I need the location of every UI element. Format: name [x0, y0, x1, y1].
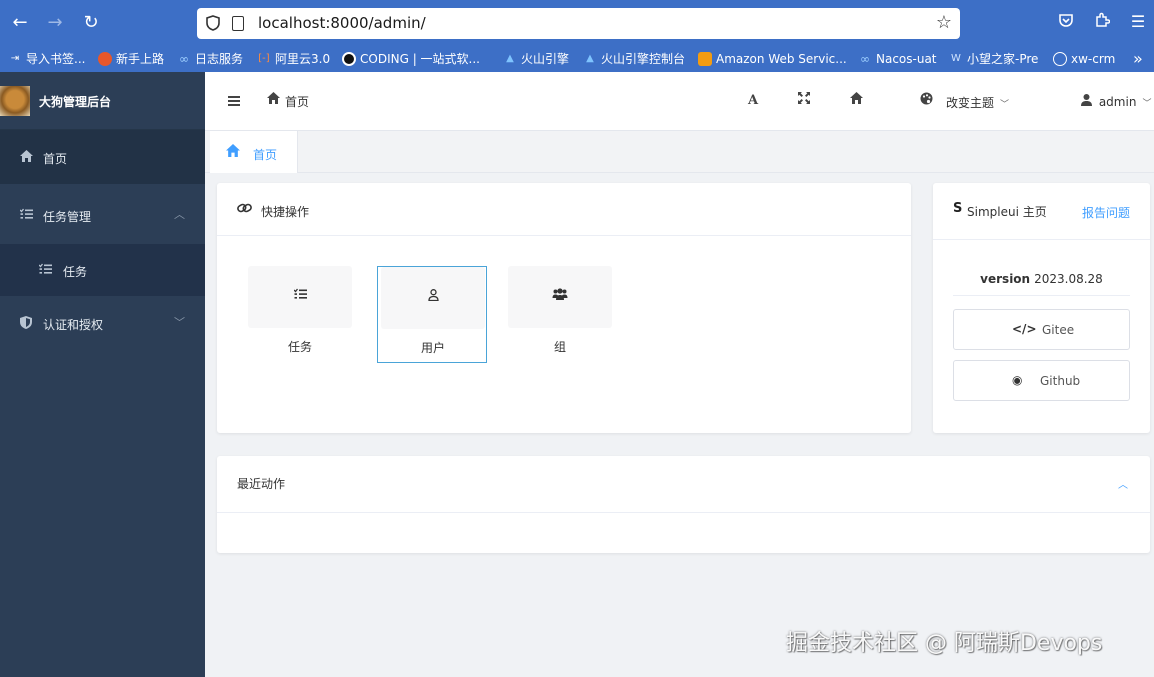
watermark: 掘金技术社区 @ 阿瑞斯Devops	[786, 631, 1103, 656]
sidebar-item-label: 首页	[43, 152, 68, 166]
bookmark-volcano-console[interactable]: ▲ 火山引擎控制台	[583, 50, 685, 68]
quick-item-user[interactable]: 用户	[377, 266, 487, 363]
browser-toolbar: ← → ↻ localhost:8000/admin/ ☆ ☰	[0, 0, 1154, 46]
card-title: 快捷操作	[261, 205, 310, 219]
breadcrumb[interactable]: 首页	[285, 93, 309, 110]
volcano-icon: ▲	[506, 53, 514, 64]
card-title: Simpleui 主页	[967, 205, 1047, 219]
sidebar-subitem-task[interactable]: 任务	[0, 244, 205, 296]
sidebar-item-label: 任务管理	[43, 210, 92, 224]
bookmark-getting-started[interactable]: 新手上路	[98, 50, 164, 68]
shield-icon	[19, 316, 33, 330]
quick-item-group[interactable]: 组	[508, 266, 618, 362]
quick-item-label: 组	[553, 340, 566, 354]
report-issue-link[interactable]: 报告问题	[1082, 204, 1130, 221]
link-icon	[237, 202, 252, 218]
bookmark-xw-home[interactable]: W 小望之家-Pre	[949, 50, 1038, 68]
site-icon: W	[951, 53, 961, 64]
tab-label: 首页	[253, 148, 278, 162]
sidebar-item-auth[interactable]: 认证和授权 ﹀	[0, 296, 205, 350]
sidebar-item-label: 任务	[63, 265, 88, 279]
page-icon	[232, 16, 244, 31]
version-info: version 2023.08.28	[953, 272, 1130, 296]
recent-actions-card: 最近动作 ︿	[217, 456, 1150, 553]
user-icon	[381, 289, 485, 304]
bookmark-nacos[interactable]: ∞ Nacos-uat	[858, 50, 937, 68]
tasks-icon	[248, 288, 352, 303]
page-tabs: 首页	[205, 131, 1154, 173]
home-icon	[226, 144, 240, 161]
font-size-icon[interactable]: A	[745, 92, 761, 110]
chevron-up-icon: ︿	[174, 208, 185, 221]
url-bar[interactable]: localhost:8000/admin/ ☆	[197, 8, 960, 39]
quick-item-label: 用户	[420, 341, 445, 355]
github-icon: ◉	[1012, 373, 1023, 387]
bookmark-import[interactable]: ⇥ 导入书签...	[8, 50, 86, 68]
forward-arrow-icon[interactable]: →	[43, 11, 67, 35]
brand-title: 大狗管理后台	[39, 95, 112, 109]
coding-icon	[342, 52, 356, 66]
aliyun-icon: [-]	[258, 53, 270, 64]
simpleui-logo-icon: S	[953, 201, 963, 216]
tasks-icon	[19, 208, 33, 222]
bookmark-coding[interactable]: CODING | 一站式软...	[342, 50, 480, 68]
menu-icon[interactable]: ☰	[1128, 12, 1148, 32]
palette-icon[interactable]	[918, 92, 934, 110]
tab-home[interactable]: 首页	[210, 131, 298, 173]
dog-logo	[0, 86, 30, 116]
globe-icon	[1053, 52, 1067, 66]
gitee-button[interactable]: </> Gitee	[953, 309, 1130, 350]
extensions-icon[interactable]	[1092, 12, 1112, 32]
sidebar-item-label: 认证和授权	[43, 318, 104, 332]
quick-item-task[interactable]: 任务	[248, 266, 358, 362]
sidebar-item-home[interactable]: 首页	[0, 130, 205, 184]
bookmark-star-icon[interactable]: ☆	[936, 12, 952, 33]
bookmarks-bar: ⇥ 导入书签... 新手上路 ∞ 日志服务 [-] 阿里云3.0 CODING | 一…	[0, 46, 1154, 72]
nacos-icon: ∞	[860, 52, 870, 66]
card-header[interactable]: 最近动作 ︿	[217, 456, 1150, 513]
bookmark-aws[interactable]: Amazon Web Servic...	[698, 50, 847, 68]
chevron-down-icon: ﹀	[174, 316, 185, 329]
change-theme-dropdown[interactable]: 改变主题 ﹀	[946, 94, 1009, 111]
home-icon[interactable]	[848, 92, 864, 110]
chevron-down-icon: ﹀	[1142, 99, 1152, 109]
tasks-icon	[38, 263, 52, 277]
sidebar: 大狗管理后台 首页 任务管理 ︿ 任务 认证和授权 ﹀	[0, 72, 205, 677]
user-menu-dropdown[interactable]: admin ﹀	[1081, 94, 1151, 109]
import-icon: ⇥	[10, 53, 20, 64]
home-icon	[267, 92, 280, 108]
bookmark-xw-crm[interactable]: xw-crm	[1053, 50, 1115, 68]
aws-icon	[698, 52, 712, 66]
sidebar-item-task-management[interactable]: 任务管理 ︿	[0, 188, 205, 242]
home-icon	[19, 150, 33, 164]
simpleui-info-card: S Simpleui 主页 报告问题 version 2023.08.28 </>…	[933, 183, 1150, 433]
url-text[interactable]: localhost:8000/admin/	[258, 14, 426, 32]
reload-icon[interactable]: ↻	[79, 11, 103, 35]
top-header: 首页 A 改变主题 ﹀ admin ﹀	[205, 72, 1154, 131]
bookmark-log-service[interactable]: ∞ 日志服务	[177, 50, 243, 68]
firefox-icon	[98, 52, 112, 66]
code-icon: </>	[1012, 322, 1037, 336]
card-title: 最近动作	[237, 477, 286, 491]
chevron-down-icon: ﹀	[1000, 100, 1010, 110]
pocket-icon[interactable]	[1056, 12, 1076, 32]
card-header: 快捷操作	[217, 183, 911, 236]
bookmark-aliyun[interactable]: [-] 阿里云3.0	[257, 50, 330, 68]
back-arrow-icon[interactable]: ←	[8, 11, 32, 35]
cloud-icon: ∞	[179, 52, 189, 66]
quick-item-label: 任务	[287, 340, 312, 354]
volcano-icon: ▲	[586, 53, 594, 64]
user-icon	[1081, 94, 1092, 109]
github-button[interactable]: ◉ Github	[953, 360, 1130, 401]
quick-actions-card: 快捷操作 任务 用户 组	[217, 183, 911, 433]
menu-toggle-icon[interactable]	[228, 96, 240, 106]
brand[interactable]: 大狗管理后台	[0, 72, 205, 130]
users-icon	[508, 288, 612, 303]
bookmarks-overflow-icon[interactable]: »	[1133, 50, 1143, 68]
bookmark-volcano[interactable]: ▲ 火山引擎	[503, 50, 569, 68]
shield-icon	[206, 15, 220, 31]
chevron-up-icon[interactable]: ︿	[1118, 476, 1128, 491]
card-header: S Simpleui 主页 报告问题	[933, 183, 1150, 240]
fullscreen-icon[interactable]	[796, 92, 812, 110]
